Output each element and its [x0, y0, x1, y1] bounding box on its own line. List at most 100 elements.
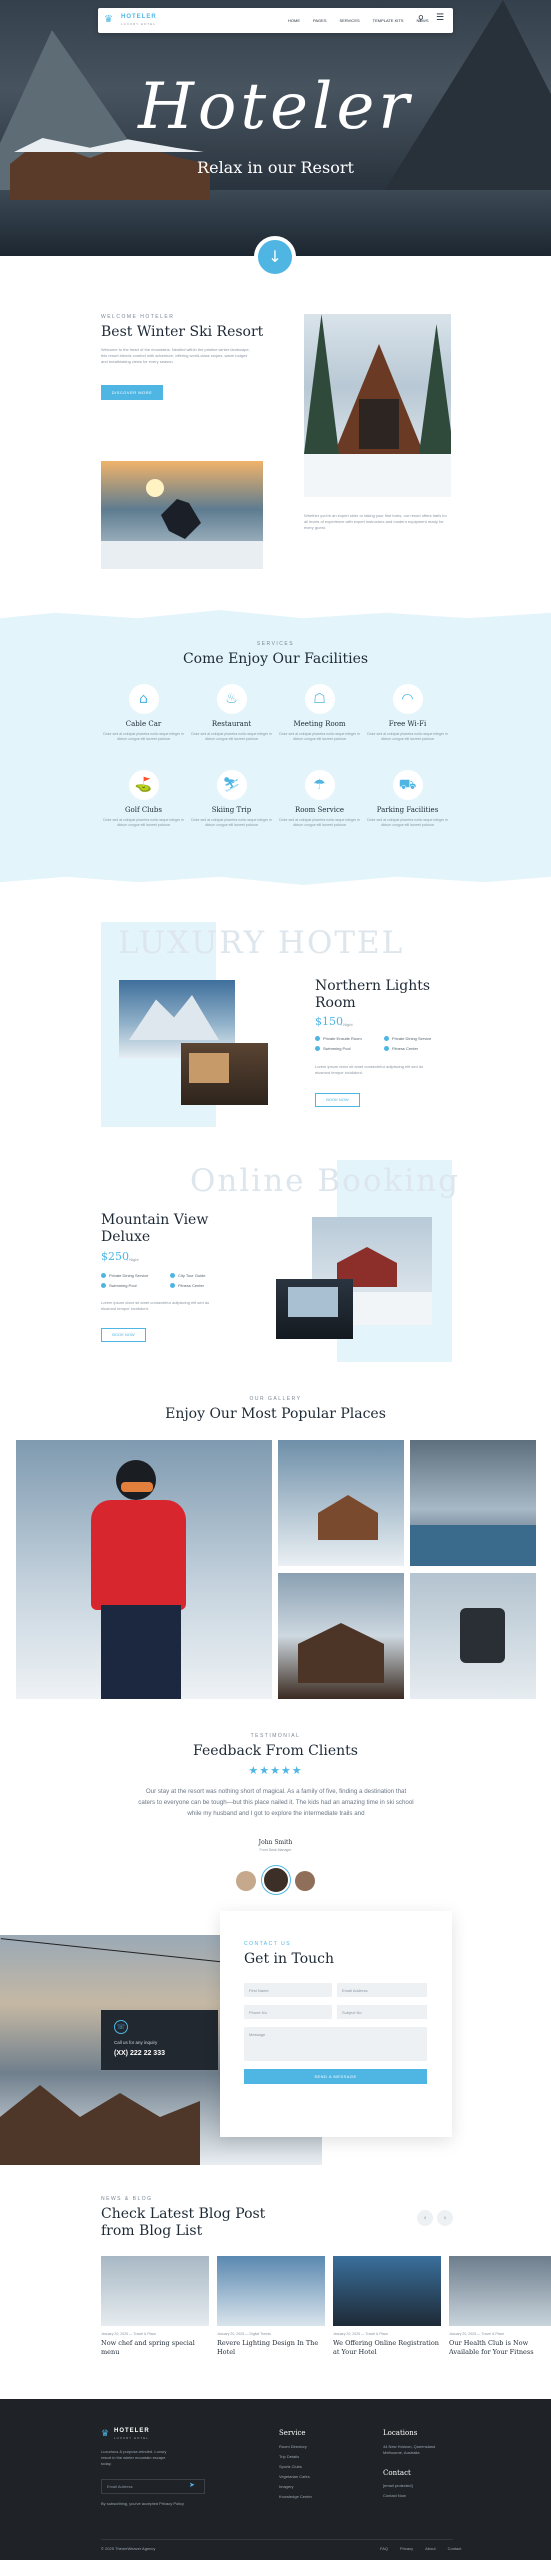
facility-desc: Dolor sed at volutpat pharetra nulla neq…: [367, 818, 448, 827]
restaurant-icon: ♨: [216, 684, 247, 714]
blog-meta: January 20, 2025 — Digital Trends: [217, 2332, 271, 2336]
avatar[interactable]: [236, 1871, 256, 1891]
facility-label: Skiing Trip: [211, 806, 252, 814]
footer-link[interactable]: Imagery: [279, 2482, 312, 2492]
footer-link[interactable]: About: [425, 2544, 435, 2554]
avatar[interactable]: [295, 1871, 315, 1891]
facility-desc: Dolor sed at volutpat pharetra nulla neq…: [191, 818, 272, 827]
blog-eyebrow: NEWS & BLOG: [101, 2196, 153, 2202]
facility-parking[interactable]: ⛟ Parking Facilities Dolor sed at volutp…: [365, 770, 450, 828]
facility-desc: Dolor sed at volutpat pharetra nulla neq…: [279, 732, 360, 741]
facility-golf[interactable]: ⛳ Golf Clubs Dolor sed at volutpat phare…: [101, 770, 186, 828]
gallery-image-gondola[interactable]: [410, 1573, 536, 1699]
room2-title: Mountain View Deluxe: [101, 1212, 209, 1245]
subject-field[interactable]: Subject No: [337, 2005, 427, 2019]
email-field[interactable]: Email Address: [337, 1983, 427, 1997]
phone-number[interactable]: (XX) 222 22 333: [114, 2050, 165, 2057]
gallery-image-skier[interactable]: [16, 1440, 272, 1699]
footer-email[interactable]: [email protected]: [383, 2481, 413, 2491]
send-message-button[interactable]: SEND A MESSAGE: [244, 2069, 427, 2084]
room1-feature: Private Dining Service: [384, 1036, 431, 1042]
gallery-title: Enjoy Our Most Popular Places: [165, 1406, 386, 1422]
footer-link[interactable]: Trip Details: [279, 2452, 312, 2462]
facility-label: Room Service: [294, 806, 345, 814]
menu-icon[interactable]: ☰: [436, 13, 444, 23]
facilities-eyebrow: SERVICES: [256, 641, 295, 647]
footer-brand[interactable]: HOTELER: [114, 2428, 150, 2434]
blog-meta: January 20, 2025 — Travel & Place: [333, 2332, 389, 2336]
blog-title: Check Latest Blog Post from Blog List: [101, 2206, 266, 2239]
meeting-room-icon: ☖: [304, 684, 335, 714]
facility-label: Cable Car: [125, 720, 162, 728]
blog-post-title[interactable]: Now chef and spring special menu: [101, 2339, 209, 2357]
room2-text: Lorem ipsum dolor sit amet consectetur a…: [101, 1300, 210, 1311]
room2-feature: Swimming Pool: [101, 1283, 137, 1289]
footer-tagline: LUXURY HOTEL: [114, 2436, 149, 2440]
blog-card[interactable]: January 20, 2025 — Travel & Place Now ch…: [101, 2256, 209, 2357]
golf-icon: ⛳: [128, 770, 159, 800]
search-icon[interactable]: ⚲: [418, 14, 424, 23]
service-heading: Service: [279, 2429, 306, 2437]
send-icon[interactable]: ➤: [189, 2481, 195, 2489]
hero-title: Hoteler: [138, 70, 413, 144]
facility-skiing[interactable]: ⛷ Skiing Trip Dolor sed at volutpat phar…: [189, 770, 274, 828]
intro-text: Welcome to the heart of the mountains. N…: [101, 347, 250, 364]
blog-card[interactable]: January 20, 2025 — Travel & Place Our He…: [449, 2256, 551, 2357]
footer-contact-link[interactable]: Contact Now: [383, 2491, 406, 2501]
first-name-field[interactable]: First Name: [244, 1983, 332, 1997]
facility-meeting-room[interactable]: ☖ Meeting Room Dolor sed at volutpat pha…: [277, 684, 362, 742]
crown-logo-icon[interactable]: ♛: [104, 14, 118, 26]
facility-restaurant[interactable]: ♨ Restaurant Dolor sed at volutpat phare…: [189, 684, 274, 742]
footer-link[interactable]: Sports Clubs: [279, 2462, 312, 2472]
nav-item-pages[interactable]: PAGES: [313, 18, 327, 23]
blog-post-title[interactable]: We Offering Online Registration at Your …: [333, 2339, 441, 2357]
intro-cabin-image: [304, 314, 451, 497]
facility-wifi[interactable]: ◠ Free Wi-Fi Dolor sed at volutpat phare…: [365, 684, 450, 742]
intro-eyebrow: WELCOME HOTELER: [101, 314, 175, 320]
hero-section: ♛ HOTELER LUXURY HOTEL HOME PAGES SERVIC…: [0, 0, 551, 256]
room2-feature: Private Dining Service: [101, 1273, 148, 1279]
blog-card[interactable]: January 20, 2025 — Travel & Place We Off…: [333, 2256, 441, 2357]
room1-feature: Swimming Pool: [315, 1046, 351, 1052]
footer-link[interactable]: Privacy: [400, 2544, 413, 2554]
room1-watermark: LUXURY HOTEL: [118, 925, 405, 961]
footer-link[interactable]: Room Directory: [279, 2442, 312, 2452]
testimonial-role: Front Desk Manager: [259, 1848, 292, 1852]
discover-more-button[interactable]: DISCOVER MORE: [101, 385, 163, 400]
prev-arrow-icon[interactable]: ‹: [417, 2210, 433, 2226]
footer-link[interactable]: Knowledge Center: [279, 2492, 312, 2502]
facility-room-service[interactable]: ☂ Room Service Dolor sed at volutpat pha…: [277, 770, 362, 828]
facility-desc: Dolor sed at volutpat pharetra nulla neq…: [103, 818, 184, 827]
room1-book-button[interactable]: BOOK NOW: [315, 1093, 360, 1107]
wifi-icon: ◠: [392, 684, 423, 714]
room2-book-button[interactable]: BOOK NOW: [101, 1328, 146, 1342]
check-icon: [384, 1046, 389, 1052]
footer-link[interactable]: Contact: [448, 2544, 462, 2554]
footer-about: Luxurious & purpose-minded. Luxury resor…: [101, 2449, 167, 2466]
phone-field[interactable]: Phone No: [244, 2005, 332, 2019]
gallery-image-cabin[interactable]: [278, 1440, 404, 1566]
facility-cable-car[interactable]: ⌂ Cable Car Dolor sed at volutpat pharet…: [101, 684, 186, 742]
gallery-image-lodge[interactable]: [278, 1573, 404, 1699]
blog-card[interactable]: January 20, 2025 — Digital Trends Revere…: [217, 2256, 325, 2357]
nav-item-services[interactable]: SERVICES: [340, 18, 360, 23]
footer-link[interactable]: Vegetarian Cafes: [279, 2472, 312, 2482]
nav-item-home[interactable]: HOME: [288, 18, 300, 23]
privacy-note[interactable]: By subscribing, you've accepted Privacy …: [101, 2499, 184, 2509]
room2-image-interior: [276, 1279, 353, 1339]
footer-divider: [101, 2539, 453, 2540]
scroll-down-button[interactable]: ↓: [254, 236, 296, 278]
blog-post-title[interactable]: Our Health Club is Now Available for You…: [449, 2339, 551, 2357]
message-field[interactable]: Message: [244, 2027, 427, 2061]
footer-link[interactable]: FAQ: [380, 2544, 388, 2554]
blog-post-title[interactable]: Revere Lighting Design In The Hotel: [217, 2339, 325, 2357]
room1-image-interior: [181, 1043, 268, 1105]
top-navbar: ♛ HOTELER LUXURY HOTEL HOME PAGES SERVIC…: [98, 8, 453, 33]
facility-desc: Dolor sed at volutpat pharetra nulla neq…: [191, 732, 272, 741]
gallery-image-pool[interactable]: [410, 1440, 536, 1566]
brand-name[interactable]: HOTELER: [121, 14, 157, 20]
avatar[interactable]: [262, 1866, 290, 1894]
nav-item-template-kits[interactable]: TEMPLATE KITS: [373, 18, 404, 23]
footer-bottom-links: FAQ Privacy About Contact: [380, 2544, 461, 2554]
next-arrow-icon[interactable]: ›: [437, 2210, 453, 2226]
